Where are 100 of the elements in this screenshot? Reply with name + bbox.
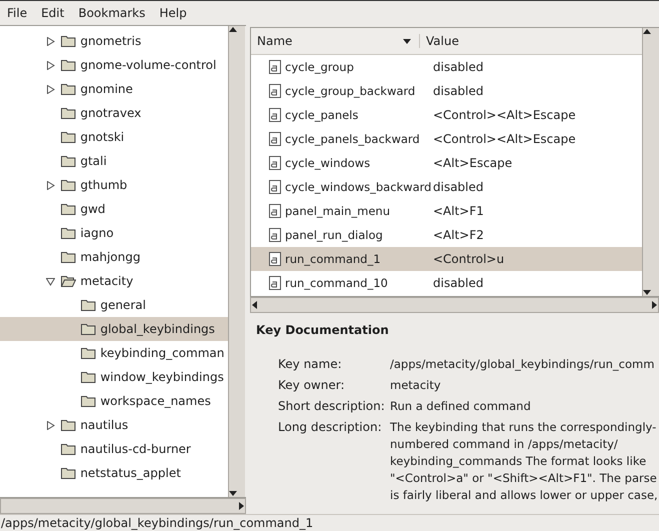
folder-icon bbox=[81, 347, 96, 359]
field-value: keybinding_commands The format looks like bbox=[390, 454, 648, 468]
tree-item[interactable]: iagno bbox=[0, 221, 228, 245]
folder-icon bbox=[61, 251, 76, 263]
table-row[interactable]: cycle_windows_backward disabled bbox=[251, 175, 642, 199]
field-value: The keybinding that runs the correspondingly- bbox=[390, 420, 658, 434]
table-row[interactable]: cycle_panels_backward <Control><Alt>Escape bbox=[251, 127, 642, 151]
column-header[interactable]: Name bbox=[251, 34, 292, 48]
folder-icon bbox=[61, 227, 76, 239]
key-value: <Control>u bbox=[432, 252, 504, 266]
table-row[interactable]: panel_main_menu <Alt>F1 bbox=[251, 199, 642, 223]
table-row[interactable]: cycle_group disabled bbox=[251, 55, 642, 79]
table-row[interactable]: run_command_1 <Control>u bbox=[251, 247, 642, 271]
field-value: /apps/metacity/global_keybindings/run_comm bbox=[390, 357, 656, 371]
file-icon bbox=[269, 228, 281, 242]
key-value: disabled bbox=[432, 60, 484, 74]
key-value: <Alt>Escape bbox=[432, 156, 512, 170]
folder-icon bbox=[81, 395, 96, 407]
folder-icon bbox=[61, 59, 76, 71]
tree-item[interactable]: gnometris bbox=[0, 29, 228, 53]
tree-item[interactable]: gtali bbox=[0, 149, 228, 173]
status-text: /apps/metacity/global_keybindings/run_command_1 bbox=[0, 516, 314, 530]
expanded-arrow-icon[interactable] bbox=[46, 276, 55, 286]
key-value: disabled bbox=[432, 84, 484, 98]
file-icon bbox=[269, 276, 281, 290]
folder-icon bbox=[81, 323, 96, 335]
tree-item[interactable]: general bbox=[0, 293, 228, 317]
file-icon bbox=[269, 180, 281, 194]
sort-arrow-icon[interactable] bbox=[403, 37, 411, 45]
field-label: Key owner: bbox=[278, 378, 346, 392]
tree-item[interactable]: gnome-volume-control bbox=[0, 53, 228, 77]
field-value: Run a defined command bbox=[390, 399, 532, 413]
folder-icon bbox=[61, 443, 76, 455]
menu-item[interactable]: Bookmarks bbox=[73, 4, 150, 22]
field-label: Long description: bbox=[278, 420, 383, 436]
scroll-left-icon[interactable] bbox=[251, 301, 259, 309]
tree-item[interactable]: window_keybindings bbox=[0, 365, 228, 389]
scroll-up-icon[interactable] bbox=[643, 28, 651, 36]
folder-icon bbox=[61, 275, 76, 287]
column-header[interactable]: Value bbox=[420, 34, 459, 48]
scroll-up-icon[interactable] bbox=[229, 26, 237, 34]
table-row[interactable]: run_command_10 disabled bbox=[251, 271, 642, 295]
file-icon bbox=[269, 60, 281, 74]
field-value: numbered command in /apps/metacity/ bbox=[390, 437, 619, 451]
field-label: Key name: bbox=[278, 357, 343, 371]
tree-item[interactable]: gnotski bbox=[0, 125, 228, 149]
file-icon bbox=[269, 252, 281, 266]
folder-icon bbox=[61, 107, 76, 119]
key-name: cycle_panels bbox=[285, 108, 358, 122]
key-name: panel_main_menu bbox=[285, 204, 390, 218]
key-name: cycle_group_backward bbox=[285, 84, 416, 98]
folder-icon bbox=[61, 35, 76, 47]
key-name: cycle_group bbox=[285, 60, 354, 74]
key-name: cycle_windows_backward bbox=[285, 180, 432, 194]
tree-item[interactable]: gnomine bbox=[0, 77, 228, 101]
folder-icon bbox=[61, 83, 76, 95]
vertical-scrollbar[interactable] bbox=[228, 26, 245, 497]
tree-item[interactable]: nautilus bbox=[0, 413, 228, 437]
horizontal-scrollbar[interactable] bbox=[0, 498, 246, 514]
table-row[interactable]: cycle_group_backward disabled bbox=[251, 79, 642, 103]
field-label: Short description: bbox=[278, 399, 386, 413]
scroll-right-icon[interactable] bbox=[237, 502, 245, 510]
tree-item[interactable]: gwd bbox=[0, 197, 228, 221]
menu-item[interactable]: Help bbox=[154, 4, 192, 22]
menu-item[interactable]: File bbox=[2, 4, 32, 22]
collapsed-arrow-icon[interactable] bbox=[46, 180, 55, 190]
collapsed-arrow-icon[interactable] bbox=[46, 84, 55, 94]
field-value: is fairly liberal and allows lower or upper case, bbox=[390, 488, 659, 502]
tree-item[interactable]: netstatus_applet bbox=[0, 461, 228, 485]
file-icon bbox=[269, 84, 281, 98]
tree-item[interactable]: global_keybindings bbox=[0, 317, 228, 341]
tree-item[interactable]: keybinding_comman bbox=[0, 341, 228, 365]
tree-item[interactable]: workspace_names bbox=[0, 389, 228, 413]
folder-icon bbox=[61, 203, 76, 215]
key-name: cycle_windows bbox=[285, 156, 370, 170]
tree-item[interactable]: mahjongg bbox=[0, 245, 228, 269]
key-name: run_command_1 bbox=[285, 252, 381, 266]
table-row[interactable]: cycle_panels <Control><Alt>Escape bbox=[251, 103, 642, 127]
collapsed-arrow-icon[interactable] bbox=[46, 60, 55, 70]
tree-item[interactable]: nautilus-cd-burner bbox=[0, 437, 228, 461]
key-name: run_command_10 bbox=[285, 276, 388, 290]
key-value: <Alt>F2 bbox=[432, 228, 484, 242]
folder-icon bbox=[61, 155, 76, 167]
tree-item[interactable]: metacity bbox=[0, 269, 228, 293]
field-value: "<Control>a" or "<Shift><Alt>F1". The parse bbox=[390, 471, 658, 485]
tree-item[interactable]: gthumb bbox=[0, 173, 228, 197]
tree-item[interactable]: gnotravex bbox=[0, 101, 228, 125]
collapsed-arrow-icon[interactable] bbox=[46, 420, 55, 430]
section-title: Key Documentation bbox=[256, 323, 390, 337]
table-row[interactable]: cycle_windows <Alt>Escape bbox=[251, 151, 642, 175]
collapsed-arrow-icon[interactable] bbox=[46, 36, 55, 46]
scroll-right-icon[interactable] bbox=[650, 301, 658, 309]
horizontal-scrollbar[interactable] bbox=[250, 297, 659, 313]
key-name: cycle_panels_backward bbox=[285, 132, 420, 146]
menu-item[interactable]: Edit bbox=[36, 4, 70, 22]
file-icon bbox=[269, 204, 281, 218]
table-row[interactable]: panel_run_dialog <Alt>F2 bbox=[251, 223, 642, 247]
file-icon bbox=[269, 132, 281, 146]
folder-icon bbox=[81, 371, 96, 383]
vertical-scrollbar[interactable] bbox=[642, 28, 659, 296]
